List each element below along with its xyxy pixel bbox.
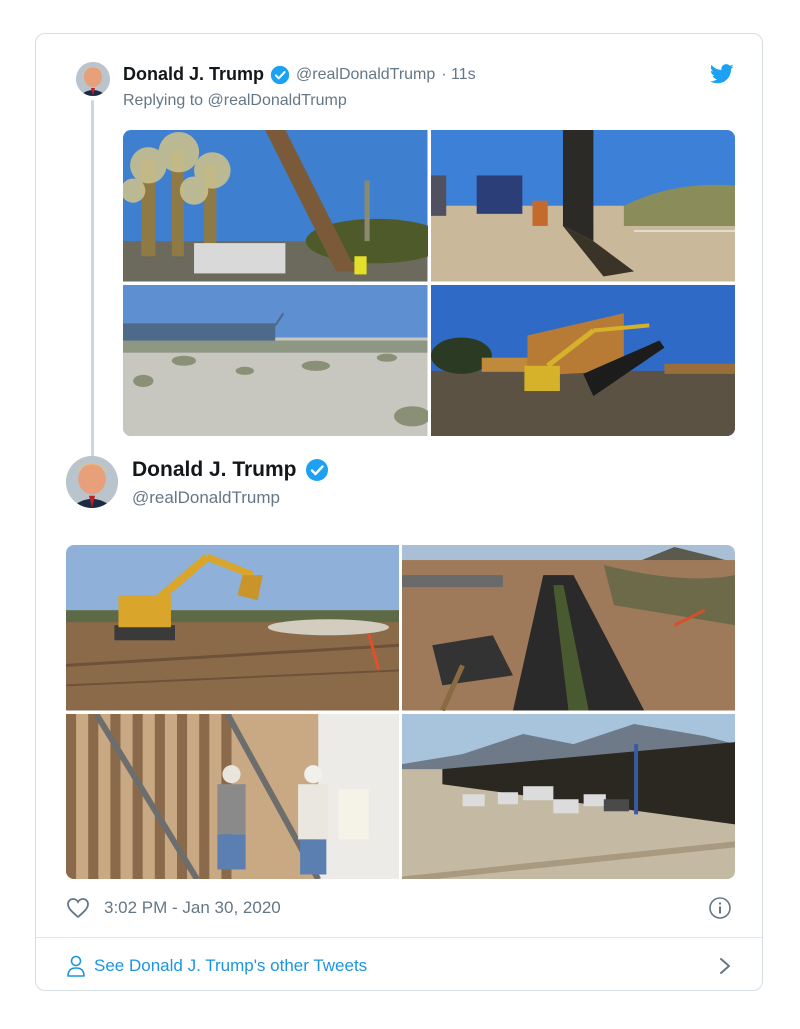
verified-badge-icon [270,65,290,85]
author-name[interactable]: Donald J. Trump [123,64,264,85]
see-other-tweets-label[interactable]: See Donald J. Trump's other Tweets [94,956,367,976]
author-handle[interactable]: @realDonaldTrump [132,488,329,508]
reply-tweet-photo-grid [123,130,735,436]
tweet-footer: 3:02 PM - Jan 30, 2020 [66,895,732,921]
person-icon [66,955,86,977]
twitter-bird-icon[interactable] [710,64,734,84]
photo-excavator-field[interactable] [66,545,399,711]
footer-divider [36,937,762,938]
tweet-timestamp[interactable]: 3:02 PM - Jan 30, 2020 [104,898,281,918]
photo-trench-tarps[interactable] [402,545,735,711]
photo-desert-fence[interactable] [123,284,428,436]
photo-excavator-wall-panel[interactable] [430,284,735,436]
replying-to-handle-link[interactable]: @realDonaldTrump [208,92,347,109]
info-icon[interactable] [708,896,732,920]
photo-cactus-crane[interactable] [123,130,428,282]
photo-wall-trucks[interactable] [430,130,735,282]
verified-badge-icon [305,458,329,482]
see-other-tweets-link[interactable]: See Donald J. Trump's other Tweets [66,953,732,979]
main-tweet-header: Donald J. Trump @realDonaldTrump [132,458,329,508]
chevron-right-icon[interactable] [718,957,732,975]
reply-tweet-header: Donald J. Trump @realDonaldTrump · 11s [123,64,476,85]
avatar[interactable] [66,456,118,508]
main-tweet-photo-grid [66,545,735,879]
replying-to-line: Replying to @realDonaldTrump [123,92,347,110]
replying-to-prefix: Replying to [123,92,204,109]
embedded-tweet-card: Donald J. Trump @realDonaldTrump · 11s R… [35,33,763,991]
photo-workers-wall[interactable] [66,713,399,879]
heart-icon[interactable] [66,897,90,919]
photo-wall-mountains[interactable] [402,713,735,879]
author-handle[interactable]: @realDonaldTrump [296,66,435,84]
author-name[interactable]: Donald J. Trump [132,458,297,482]
avatar[interactable] [76,62,110,96]
tweet-time-ago[interactable]: · 11s [441,66,475,84]
thread-connector-line [91,100,94,492]
